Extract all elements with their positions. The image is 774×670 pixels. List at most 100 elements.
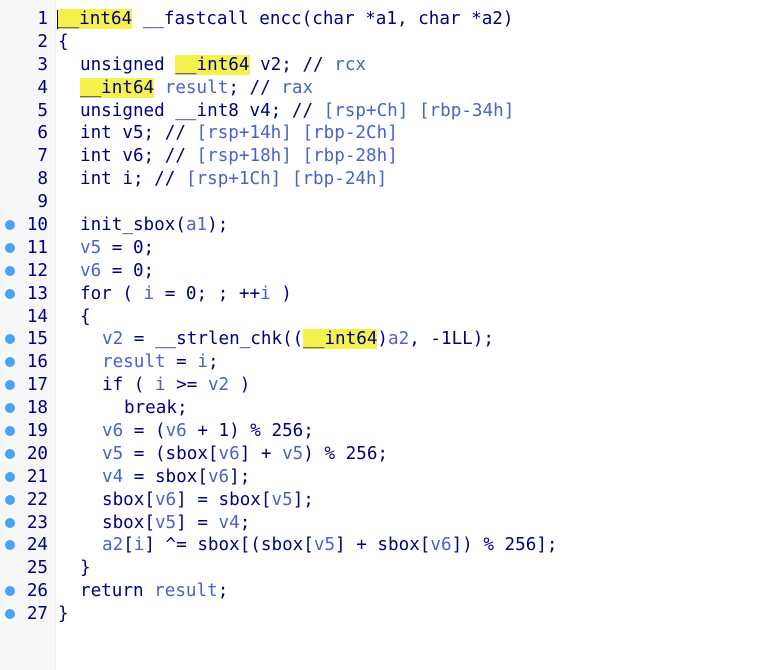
- code-line[interactable]: 21 v4 = sbox[v6];: [0, 466, 774, 489]
- code-token: = (sbox[: [123, 443, 219, 464]
- variable-token[interactable]: a1: [186, 215, 207, 235]
- variable-token[interactable]: i: [260, 284, 271, 304]
- code-text: sbox[v6] = sbox[v5];: [102, 489, 314, 512]
- variable-token[interactable]: result: [154, 581, 218, 601]
- line-number: 3: [37, 54, 48, 75]
- code-text: result = i;: [102, 351, 219, 374]
- code-line[interactable]: 19 v6 = (v6 + 1) % 256;: [0, 420, 774, 443]
- variable-token[interactable]: v4: [102, 467, 123, 487]
- variable-token[interactable]: [rsp+1Ch] [rbp-24h]: [186, 169, 387, 189]
- code-token: init_sbox(: [80, 215, 186, 236]
- line-number: 11: [26, 237, 48, 258]
- variable-token[interactable]: i: [134, 535, 145, 555]
- line-number: 22: [26, 489, 48, 510]
- code-line[interactable]: 12 v6 = 0;: [0, 260, 774, 283]
- code-token: = 0; ; ++: [154, 283, 261, 304]
- variable-token[interactable]: v6: [80, 261, 101, 281]
- highlighted-token[interactable]: __int64: [175, 54, 250, 75]
- variable-token[interactable]: v6: [219, 444, 240, 464]
- pseudocode-view[interactable]: 1 __int64 __fastcall encc(char *a1, char …: [0, 8, 774, 626]
- code-line[interactable]: 8 int i; // [rsp+1Ch] [rbp-24h]: [0, 168, 774, 191]
- code-line[interactable]: 25}: [0, 557, 774, 580]
- line-number: 19: [26, 421, 48, 442]
- code-line[interactable]: 1 __int64 __fastcall encc(char *a1, char …: [0, 8, 774, 31]
- variable-token[interactable]: v4: [219, 513, 240, 533]
- line-number: 24: [26, 535, 48, 556]
- code-line[interactable]: 23 sbox[v5] = v4;: [0, 512, 774, 535]
- variable-token[interactable]: v6: [155, 490, 176, 510]
- code-line[interactable]: 18 break;: [0, 397, 774, 420]
- variable-token[interactable]: v5: [282, 444, 303, 464]
- code-line[interactable]: 15 v2 = __strlen_chk((__int64)a2, -1LL);: [0, 328, 774, 351]
- variable-token[interactable]: v2: [102, 329, 123, 349]
- code-line[interactable]: 24 a2[i] ^= sbox[(sbox[v5] + sbox[v6]) % …: [0, 534, 774, 557]
- variable-token[interactable]: i: [197, 352, 208, 372]
- code-line[interactable]: 10 init_sbox(a1);: [0, 214, 774, 237]
- code-text: init_sbox(a1);: [80, 214, 228, 237]
- code-line[interactable]: 14 {: [0, 306, 774, 329]
- variable-token[interactable]: result: [102, 352, 166, 372]
- code-token: int v6; //: [80, 146, 197, 167]
- code-token: = __strlen_chk((: [123, 329, 304, 350]
- code-line[interactable]: 16 result = i;: [0, 351, 774, 374]
- code-token: {: [58, 31, 69, 52]
- line-number: 5: [37, 100, 48, 121]
- code-text: v6 = 0;: [80, 260, 154, 283]
- code-token: __fastcall encc(char *a1, char *a2): [132, 9, 514, 29]
- code-line[interactable]: 7 int v6; // [rsp+18h] [rbp-28h]: [0, 145, 774, 168]
- code-line[interactable]: 11 v5 = 0;: [0, 237, 774, 260]
- code-token: ; //: [228, 77, 282, 98]
- code-line[interactable]: 4 __int64 result; // rax: [0, 77, 774, 100]
- variable-token[interactable]: [rsp+Ch] [rbp-34h]: [324, 101, 515, 121]
- code-line[interactable]: 3 unsigned __int64 v2; // rcx: [0, 54, 774, 77]
- variable-token[interactable]: v6: [430, 535, 451, 555]
- variable-token[interactable]: v6: [166, 421, 187, 441]
- variable-token[interactable]: v5: [314, 535, 335, 555]
- highlighted-token[interactable]: __int64: [58, 9, 133, 29]
- variable-token[interactable]: a2: [102, 535, 123, 555]
- highlighted-token[interactable]: __int64: [80, 77, 155, 98]
- code-line[interactable]: 17 if ( i >= v2 ): [0, 374, 774, 397]
- code-line[interactable]: 26 return result;: [0, 580, 774, 603]
- line-number: 1: [37, 9, 48, 29]
- code-line[interactable]: 6 int v5; // [rsp+14h] [rbp-2Ch]: [0, 122, 774, 145]
- variable-token[interactable]: v6: [102, 421, 123, 441]
- variable-token[interactable]: v5: [102, 444, 123, 464]
- code-line[interactable]: 20 v5 = (sbox[v6] + v5) % 256;: [0, 443, 774, 466]
- line-number: 17: [26, 375, 48, 396]
- code-token: ;: [207, 352, 219, 373]
- code-token: sbox[: [102, 489, 155, 510]
- code-text: }: [80, 557, 91, 580]
- variable-token[interactable]: v6: [208, 467, 229, 487]
- variable-token[interactable]: a2: [388, 329, 409, 349]
- code-text: {: [80, 306, 91, 329]
- code-text: }: [58, 603, 69, 626]
- code-token: = sbox[: [123, 466, 208, 487]
- variable-token[interactable]: rax: [281, 78, 313, 98]
- line-number: 8: [37, 169, 48, 190]
- variable-token[interactable]: rcx: [334, 55, 366, 75]
- variable-token[interactable]: [rsp+18h] [rbp-28h]: [197, 146, 398, 166]
- code-line[interactable]: 9: [0, 191, 774, 214]
- code-line[interactable]: 2{: [0, 31, 774, 54]
- code-line[interactable]: 13 for ( i = 0; ; ++i ): [0, 283, 774, 306]
- code-token: , -1LL);: [409, 329, 494, 350]
- line-number: 26: [26, 581, 48, 602]
- code-line[interactable]: 27}: [0, 603, 774, 626]
- variable-token[interactable]: result: [165, 78, 229, 98]
- code-token: break;: [124, 398, 188, 419]
- highlighted-token[interactable]: __int64: [303, 329, 378, 350]
- variable-token[interactable]: i: [144, 284, 155, 304]
- variable-token[interactable]: v5: [272, 490, 293, 510]
- line-number: 21: [26, 466, 48, 487]
- variable-token[interactable]: [rsp+14h] [rbp-2Ch]: [197, 123, 398, 143]
- variable-token[interactable]: v5: [155, 513, 176, 533]
- variable-token[interactable]: v2: [208, 375, 229, 395]
- code-text: unsigned __int64 v2; // rcx: [80, 54, 366, 77]
- variable-token[interactable]: v5: [80, 238, 101, 258]
- code-text: v5 = (sbox[v6] + v5) % 256;: [102, 443, 388, 466]
- code-line[interactable]: 22 sbox[v6] = sbox[v5];: [0, 489, 774, 512]
- variable-token[interactable]: i: [155, 375, 166, 395]
- code-line[interactable]: 5 unsigned __int8 v4; // [rsp+Ch] [rbp-34…: [0, 100, 774, 123]
